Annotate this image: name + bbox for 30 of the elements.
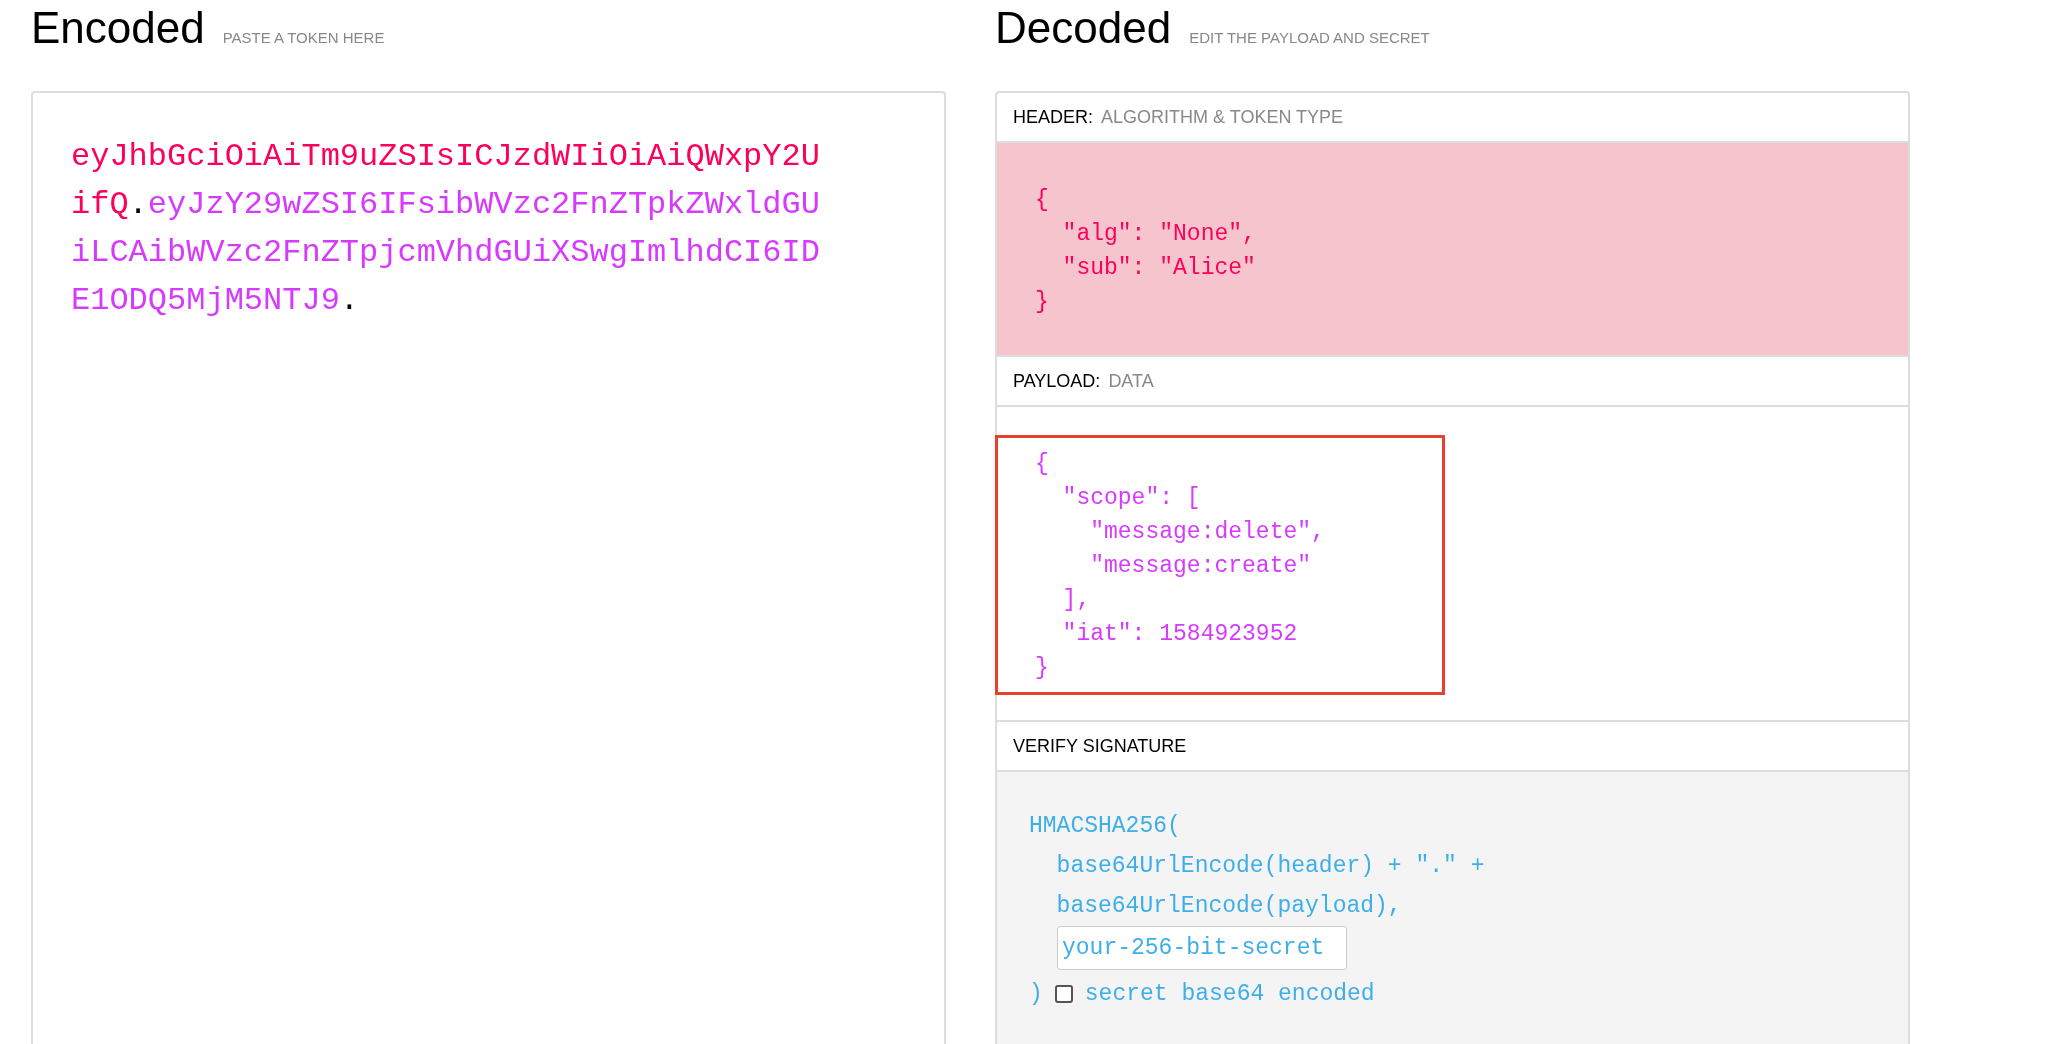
code-line: ) — [1029, 980, 1043, 1009]
code-line: HMACSHA256( — [1029, 812, 1182, 841]
code-line: "alg": "None", — [1061, 220, 1257, 249]
secret-input[interactable]: your-256-bit-secret — [1057, 926, 1347, 970]
code-line: } — [1035, 288, 1050, 317]
code-line: { — [1035, 186, 1050, 215]
section-label: VERIFY SIGNATURE — [1013, 735, 1187, 757]
section-title: Encoded — [31, 2, 205, 54]
code-line: "iat": 1584923952 — [1061, 620, 1299, 649]
token-editor[interactable]: eyJhbGciOiAiTm9uZSIsICJzdWIiOiAiQWxpY2UifQ.eyJzY29wZSI6IFsibWVzc2FnZTpkZWxldGUiLCAibWVzc2FnZTpjcmVhdGUiXSwgImlhdCI6IDE1ODQ5MjM5NTJ9. — [31, 91, 946, 1044]
code-line: { — [1035, 450, 1050, 479]
code-line: "sub": "Alice" — [1061, 254, 1257, 283]
encoded-token: eyJhbGciOiAiTm9uZSIsICJzdWIiOiAiQWxpY2UifQ.eyJzY29wZSI6IFsibWVzc2FnZTpkZWxldGUiLCAibWVzc2FnZTpjcmVhdGUiXSwgImlhdCI6IDE1ODQ5MjM5NTJ9. — [70, 137, 821, 321]
checkbox[interactable] — [1054, 985, 1073, 1003]
section-label: HEADER: — [1013, 106, 1093, 128]
section-subtitle: EDIT THE PAYLOAD AND SECRET — [1189, 29, 1430, 46]
section-title: Decoded — [995, 2, 1172, 54]
code-line: ], — [1061, 586, 1092, 615]
section-sublabel: ALGORITHM & TOKEN TYPE — [1101, 106, 1344, 128]
checkbox-label: secret base64 encoded — [1084, 980, 1375, 1009]
code-line: "scope": [ — [1061, 484, 1202, 513]
header-editor[interactable]: { "alg": "None", "sub": "Alice" } — [997, 143, 1908, 357]
section-label: PAYLOAD: — [1013, 370, 1101, 392]
code-line: "message:create" — [1089, 552, 1313, 581]
code-line: base64UrlEncode(payload), — [1055, 892, 1403, 921]
section-sublabel: DATA — [1108, 370, 1154, 392]
section-subtitle: PASTE A TOKEN HERE — [222, 29, 385, 46]
code-line: "message:delete", — [1089, 518, 1326, 547]
code-line: base64UrlEncode(header) + "." + — [1055, 852, 1486, 881]
code-line: } — [1035, 654, 1050, 683]
